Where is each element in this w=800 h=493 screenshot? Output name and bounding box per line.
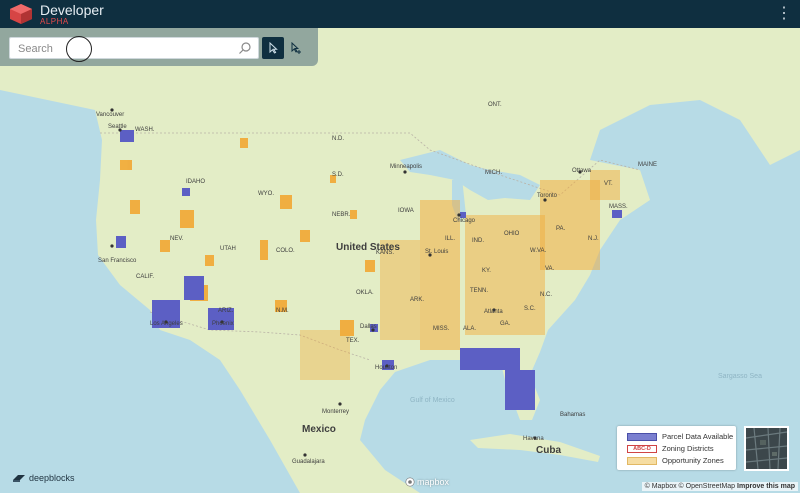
svg-text:Sargasso Sea: Sargasso Sea [718, 373, 762, 380]
svg-text:N.J.: N.J. [588, 236, 599, 242]
svg-text:St. Louis: St. Louis [425, 249, 448, 255]
map-attribution: © Mapbox © OpenStreetMap Improve this ma… [641, 482, 798, 491]
svg-text:IOWA: IOWA [398, 208, 414, 214]
map-legend: Parcel Data Available ABC-D Zoning Distr… [617, 426, 736, 470]
svg-text:MAINE: MAINE [638, 162, 657, 168]
svg-text:Gulf of Mexico: Gulf of Mexico [410, 397, 455, 404]
svg-text:KY.: KY. [482, 268, 491, 274]
search-icon[interactable] [238, 41, 252, 55]
svg-text:Guadalajara: Guadalajara [292, 459, 325, 465]
svg-text:VT.: VT. [604, 181, 613, 187]
cursor-indicator [66, 36, 92, 62]
svg-text:Ottawa: Ottawa [572, 168, 592, 174]
svg-text:Chicago: Chicago [453, 218, 476, 224]
legend-item-zoning: ABC-D Zoning Districts [627, 443, 714, 454]
svg-text:MICH.: MICH. [485, 170, 502, 176]
svg-text:Dallas: Dallas [360, 324, 377, 330]
svg-text:OKLA.: OKLA. [356, 290, 374, 296]
svg-text:Seattle: Seattle [108, 124, 127, 130]
svg-text:CALIF.: CALIF. [136, 274, 154, 280]
svg-text:Bahamas: Bahamas [560, 412, 585, 418]
svg-text:Phoenix: Phoenix [212, 321, 234, 327]
legend-item-parcel: Parcel Data Available [627, 431, 733, 442]
legend-item-opportunity: Opportunity Zones [627, 455, 724, 466]
svg-text:ARK.: ARK. [410, 297, 424, 303]
svg-text:S.D.: S.D. [332, 172, 344, 178]
svg-text:ALA.: ALA. [463, 326, 476, 332]
svg-text:NEBR.: NEBR. [332, 212, 351, 218]
svg-text:Havana: Havana [523, 436, 544, 442]
developer-logo-icon [10, 4, 32, 24]
mapbox-text: mapbox [417, 477, 450, 487]
svg-text:VA.: VA. [545, 266, 555, 272]
svg-text:ONT.: ONT. [488, 102, 502, 108]
kebab-menu-icon[interactable]: ⋮ [776, 6, 792, 22]
improve-map-link[interactable]: Improve this map [737, 483, 795, 490]
svg-text:Monterrey: Monterrey [322, 409, 349, 415]
legend-label: Parcel Data Available [662, 432, 734, 441]
svg-text:N.M.: N.M. [276, 308, 289, 314]
legend-swatch [627, 456, 657, 465]
mapbox-logo[interactable]: mapbox [405, 477, 449, 487]
svg-text:Minneapolis: Minneapolis [390, 164, 422, 170]
label-country-cuba: Cuba [536, 445, 561, 456]
svg-text:MISS.: MISS. [433, 326, 450, 332]
svg-text:MASS.: MASS. [609, 204, 628, 210]
search-box[interactable] [9, 37, 259, 60]
svg-text:WYO.: WYO. [258, 191, 274, 197]
satellite-thumbnail-image [746, 428, 787, 469]
satellite-toggle-thumbnail[interactable] [744, 426, 789, 471]
svg-text:GA.: GA. [500, 321, 511, 327]
svg-text:W.VA.: W.VA. [530, 248, 547, 254]
app-tag: ALPHA [40, 16, 69, 26]
pointer-icon [269, 42, 278, 54]
search-panel [0, 28, 318, 66]
svg-text:Los Angeles: Los Angeles [150, 321, 183, 327]
svg-text:Houston: Houston [375, 365, 397, 371]
deepblocks-icon [13, 475, 25, 482]
svg-text:N.D.: N.D. [332, 136, 344, 142]
top-bar: Developer ALPHA ⋮ [0, 0, 800, 28]
svg-text:ARIZ.: ARIZ. [218, 308, 234, 314]
mapbox-icon [405, 477, 415, 487]
attribution-text[interactable]: © Mapbox © OpenStreetMap [645, 483, 735, 490]
svg-text:WASH.: WASH. [135, 127, 155, 133]
svg-text:OHIO: OHIO [504, 231, 520, 237]
svg-text:N.C.: N.C. [540, 292, 552, 298]
svg-text:TEX.: TEX. [346, 338, 360, 344]
svg-text:Toronto: Toronto [537, 193, 558, 199]
svg-text:IDAHO: IDAHO [186, 179, 205, 185]
svg-text:Atlanta: Atlanta [484, 309, 503, 315]
legend-label: Zoning Districts [662, 444, 714, 453]
multi-select-button[interactable] [285, 37, 307, 59]
svg-text:NEV.: NEV. [170, 236, 184, 242]
legend-swatch: ABC-D [627, 444, 657, 453]
svg-text:S.C.: S.C. [524, 306, 536, 312]
svg-text:TENN.: TENN. [470, 288, 488, 294]
map-canvas[interactable]: United States Mexico Cuba WASH. IDAHO WY… [0, 28, 800, 493]
pointer-plus-icon [291, 42, 301, 54]
svg-text:ILL.: ILL. [445, 236, 455, 242]
svg-text:COLO.: COLO. [276, 248, 295, 254]
app-name: Developer [40, 1, 104, 18]
legend-swatch [627, 432, 657, 441]
deepblocks-logo[interactable]: deepblocks [12, 473, 75, 483]
label-country-mexico: Mexico [302, 424, 336, 435]
svg-text:IND.: IND. [472, 238, 484, 244]
svg-text:UTAH: UTAH [220, 246, 236, 252]
select-pointer-button[interactable] [262, 37, 284, 59]
deepblocks-brand-text: deepblocks [29, 473, 75, 483]
svg-text:Vancouver: Vancouver [96, 112, 124, 118]
svg-text:San Francisco: San Francisco [98, 258, 137, 264]
legend-label: Opportunity Zones [662, 456, 724, 465]
svg-text:KANS.: KANS. [376, 250, 394, 256]
search-input[interactable] [16, 38, 230, 60]
svg-text:PA.: PA. [556, 226, 566, 232]
